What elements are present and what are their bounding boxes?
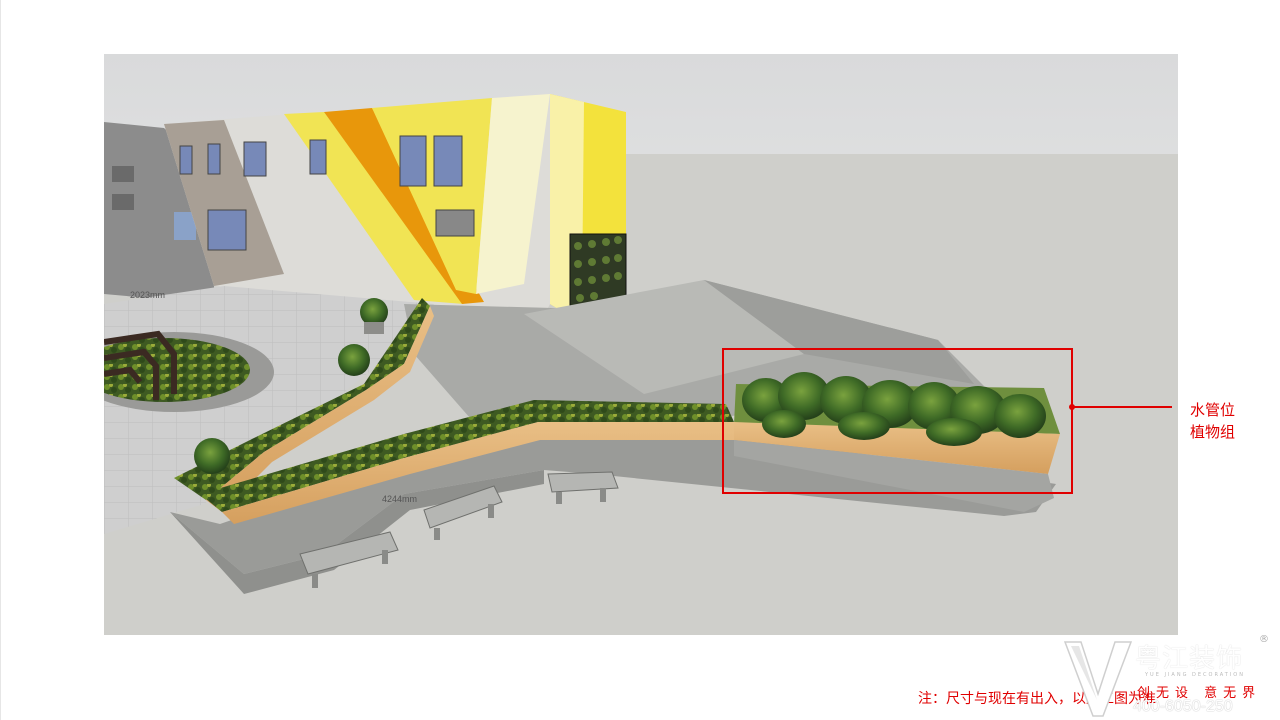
rendering-scene: 2023mm 4244mm — [104, 54, 1178, 635]
scene-svg: 2023mm 4244mm — [104, 54, 1178, 635]
logo-phone: 400-6050-250 — [1133, 698, 1233, 715]
page-edge-line — [0, 0, 1, 720]
logo-registered-mark: ® — [1259, 634, 1269, 645]
callout-line-2: 植物组 — [1190, 423, 1236, 441]
logo-english-name: YUE JIANG DECORATION — [1145, 672, 1245, 678]
logo-brand-name: 粤江装饰 — [1135, 644, 1244, 674]
callout-leader-line — [1072, 406, 1172, 408]
callout-label: 水管位 植物组 — [1190, 399, 1235, 443]
dimension-label-2: 4244mm — [382, 494, 417, 504]
dimension-label-1: 2023mm — [130, 290, 165, 300]
company-logo: 粤江装饰 ® YUE JIANG DECORATION 创无设 意无界 400-… — [1063, 634, 1275, 720]
callout-line-1: 水管位 — [1190, 401, 1236, 419]
logo-v-icon — [1063, 641, 1133, 717]
